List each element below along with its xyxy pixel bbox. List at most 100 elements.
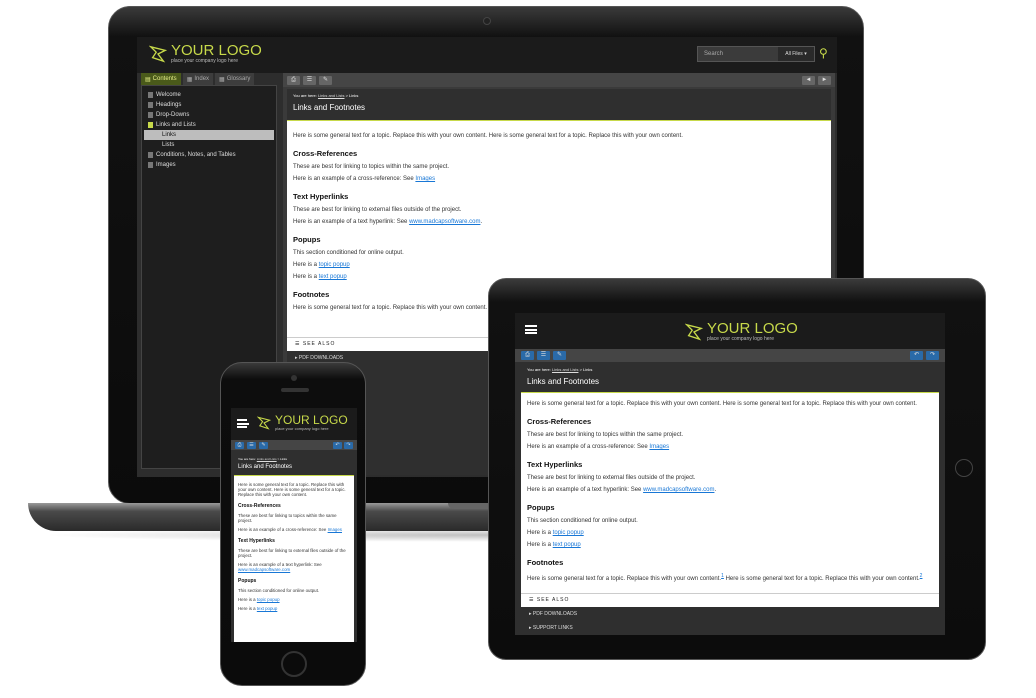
tablet-toolbar: ⎙ ☰ ✎ ↶ ↷	[515, 349, 945, 362]
footnotes-paragraph: Here is some general text for a topic. R…	[527, 573, 933, 582]
footnote-text: Here is some general text for a topic. R…	[527, 576, 722, 582]
tab-index[interactable]: ▦ Index	[182, 73, 214, 85]
text-popup-line: Here is a text popup	[238, 606, 350, 611]
list-icon[interactable]: ☰	[247, 441, 256, 449]
hamburger-menu-icon[interactable]	[525, 325, 537, 334]
toc-item-conditions[interactable]: Conditions, Notes, and Tables	[144, 150, 274, 160]
hyperlink[interactable]: www.madcapsoftware.com	[409, 219, 480, 225]
back-icon[interactable]: ↶	[333, 441, 342, 449]
footnote-link-1[interactable]: 1	[721, 573, 724, 579]
xref-link[interactable]: Images	[328, 527, 342, 532]
page-icon	[148, 162, 153, 168]
print-icon[interactable]: ⎙	[235, 441, 244, 449]
xref-link[interactable]: Images	[415, 176, 435, 182]
topic-body: Here is some general text for a topic. R…	[234, 476, 354, 617]
hyperlink-example: Here is an example of a text hyperlink: …	[238, 562, 350, 572]
search-filter-dropdown[interactable]: All Files ▾	[778, 47, 814, 61]
support-links-toggle[interactable]: ▸ SUPPORT LINKS	[521, 621, 939, 635]
print-icon[interactable]: ⎙	[287, 75, 300, 85]
hyperlink-example: Here is an example of a text hyperlink: …	[527, 487, 717, 493]
tab-contents[interactable]: ▤ Contents	[141, 73, 181, 85]
topic-popup-link[interactable]: topic popup	[319, 262, 350, 268]
xref-desc: These are best for linking to topics wit…	[527, 432, 684, 438]
tab-glossary[interactable]: ▦ Glossary	[215, 73, 255, 85]
toc-item-links[interactable]: Links	[144, 130, 274, 140]
popup-text: Here is a	[293, 262, 318, 268]
breadcrumb-current: > Links	[277, 457, 288, 461]
tab-label: Index	[194, 76, 210, 82]
toc-item-welcome[interactable]: Welcome	[144, 90, 274, 100]
footnote-link-2[interactable]: 2	[920, 573, 923, 579]
intro-paragraph: Here is some general text for a topic. R…	[527, 401, 917, 407]
home-button-icon[interactable]	[955, 459, 973, 477]
toc-item-images[interactable]: Images	[144, 160, 274, 170]
pdf-downloads-toggle[interactable]: ▸ PDF DOWNLOADS	[521, 607, 939, 621]
see-also-label: SEE ALSO	[536, 597, 570, 603]
xref-example: Here is an example of a cross-reference:…	[293, 176, 825, 182]
home-button-icon[interactable]	[281, 651, 307, 677]
toc-item-links-and-lists[interactable]: Links and Lists	[144, 120, 274, 130]
search-input[interactable]: Search	[698, 51, 723, 57]
hyperlink-example-text: Here is an example of a text hyperlink: …	[293, 219, 408, 225]
hyperlinks-heading: Text Hyperlinks	[238, 538, 275, 544]
breadcrumb-link[interactable]: Links and Lists	[257, 457, 277, 461]
tablet-logo[interactable]: YOUR LOGO place your company logo here	[685, 321, 798, 342]
search-icon[interactable]: ⚲	[819, 46, 833, 60]
popup-text: Here is a	[527, 542, 552, 548]
text-popup-link[interactable]: text popup	[257, 606, 278, 611]
breadcrumb-link[interactable]: Links and Lists	[318, 93, 344, 98]
xref-example-text: Here is an example of a cross-reference:…	[293, 176, 414, 182]
breadcrumb: You are here: Links and Lists > Links	[527, 367, 933, 372]
tablet-device: YOUR LOGO place your company logo here ⎙…	[488, 278, 986, 660]
hyperlink[interactable]: www.madcapsoftware.com	[238, 567, 290, 572]
breadcrumb: You are here: Links and Lists > Links	[238, 457, 350, 461]
phone-logo[interactable]: YOUR LOGO place your company logo here	[257, 414, 348, 431]
phone-toolbar: ⎙ ☰ ✎ ↶ ↷	[231, 440, 357, 450]
toc-label: Lists	[162, 142, 175, 148]
topic-popup-link[interactable]: topic popup	[257, 597, 280, 602]
list-icon[interactable]: ☰	[303, 75, 316, 85]
toc-label: Images	[156, 162, 176, 168]
hyperlink[interactable]: www.madcapsoftware.com	[643, 487, 714, 493]
intro-paragraph: Here is some general text for a topic. R…	[238, 482, 346, 497]
xref-heading: Cross-References	[527, 417, 592, 426]
logo-mark-icon	[149, 45, 167, 63]
intro-paragraph: Here is some general text for a topic. R…	[293, 133, 683, 139]
list-icon[interactable]: ☰	[537, 351, 550, 360]
popup-text: Here is a	[293, 274, 318, 280]
phone-device: YOUR LOGO place your company logo here ⎙…	[220, 362, 366, 686]
breadcrumb-link[interactable]: Links and Lists	[552, 367, 578, 372]
toc-item-headings[interactable]: Headings	[144, 100, 274, 110]
hamburger-menu-icon[interactable]	[237, 419, 249, 428]
hyperlinks-desc: These are best for linking to external f…	[238, 548, 346, 558]
back-icon[interactable]: ↶	[910, 351, 923, 360]
footnote-text: Here is some general text for a topic. R…	[725, 576, 920, 582]
breadcrumb-prefix: You are here:	[293, 93, 317, 98]
highlight-icon[interactable]: ✎	[319, 75, 332, 85]
logo-text: YOUR LOGO	[171, 42, 262, 59]
topic-popup-link[interactable]: topic popup	[553, 530, 584, 536]
topic-popup-line: Here is a topic popup	[293, 262, 825, 268]
text-popup-link[interactable]: text popup	[553, 542, 581, 548]
toc-label: Welcome	[156, 92, 181, 98]
print-icon[interactable]: ⎙	[521, 351, 534, 360]
open-book-icon	[148, 122, 153, 128]
toc-item-lists[interactable]: Lists	[144, 140, 274, 150]
tablet-header: YOUR LOGO place your company logo here	[515, 313, 945, 349]
search-box[interactable]: Search All Files ▾	[697, 46, 815, 62]
forward-icon[interactable]: ↷	[344, 441, 353, 449]
toc-item-drop-downs[interactable]: Drop-Downs	[144, 110, 274, 120]
phone-header: YOUR LOGO place your company logo here	[231, 408, 357, 440]
back-icon[interactable]: ◄	[802, 75, 815, 85]
see-also-bar[interactable]: ☰ SEE ALSO	[521, 593, 939, 605]
highlight-icon[interactable]: ✎	[553, 351, 566, 360]
xref-link[interactable]: Images	[649, 444, 669, 450]
highlight-icon[interactable]: ✎	[259, 441, 268, 449]
page-icon	[148, 102, 153, 108]
logo[interactable]: YOUR LOGO place your company logo here	[149, 43, 262, 64]
text-popup-link[interactable]: text popup	[319, 274, 347, 280]
forward-icon[interactable]: ►	[818, 75, 831, 85]
topic-body: Here is some general text for a topic. R…	[521, 393, 939, 590]
forward-icon[interactable]: ↷	[926, 351, 939, 360]
tablet-screen: YOUR LOGO place your company logo here ⎙…	[515, 313, 945, 635]
